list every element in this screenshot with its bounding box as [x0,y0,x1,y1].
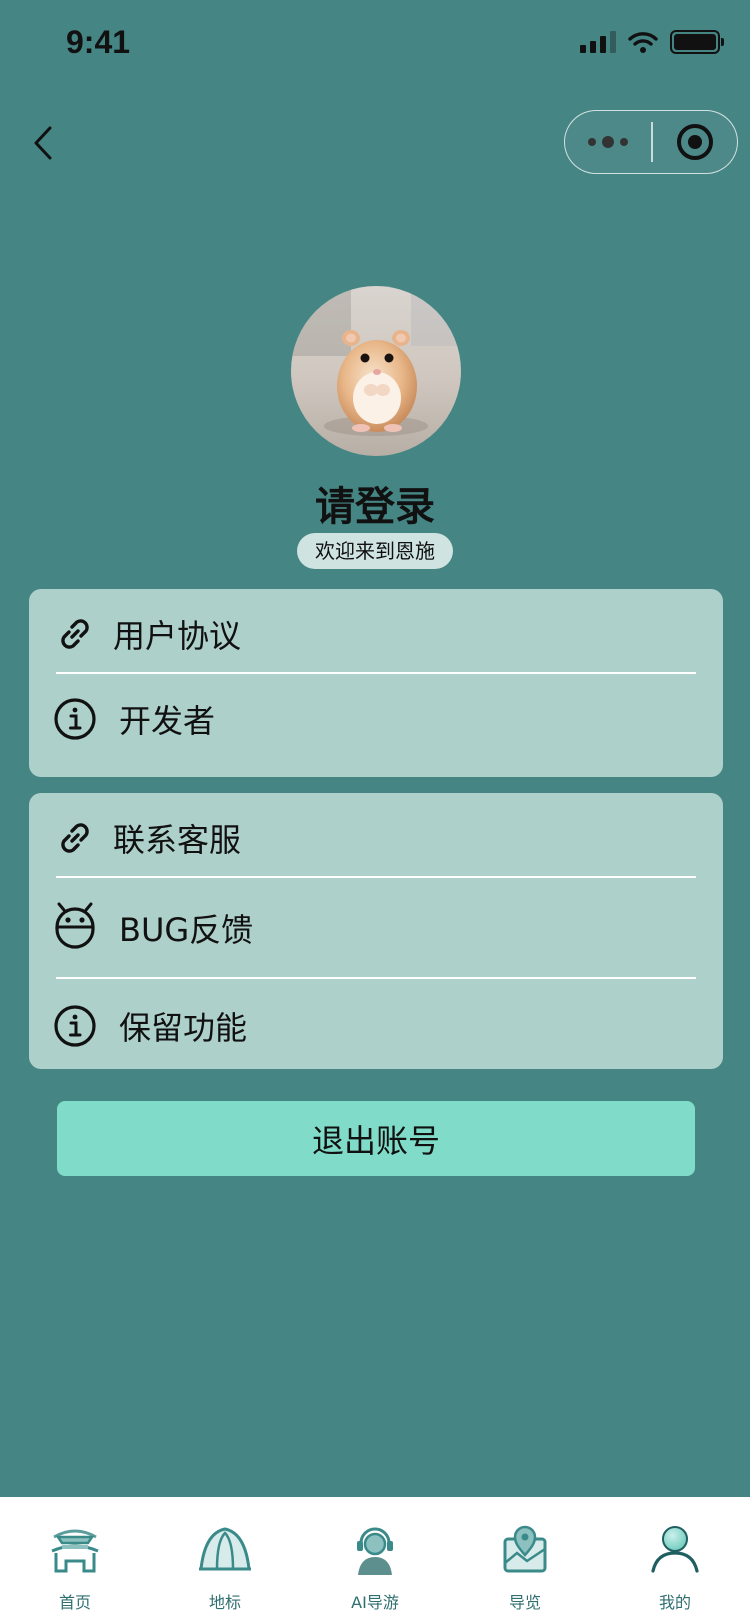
tab-guide-map[interactable]: 导览 [450,1497,600,1624]
menu-label: 联系客服 [113,821,242,859]
more-dots-icon [588,136,628,148]
menu-card-secondary: 联系客服 BUG反馈 保留功能 [29,793,723,1069]
menu-label: 保留功能 [119,1009,248,1047]
tab-label: 首页 [58,1593,91,1612]
menu-item-bug-feedback[interactable]: BUG反馈 [29,883,723,973]
login-title[interactable]: 请登录 [0,474,750,532]
info-icon [54,698,96,740]
hamster-avatar-image [291,286,461,456]
status-time: 9:41 [66,24,131,60]
chevron-left-icon [34,126,52,160]
welcome-badge: 欢迎来到恩施 [297,533,453,569]
tab-landmark[interactable]: 地标 [150,1497,300,1624]
tab-label: AI导游 [351,1593,399,1612]
menu-card-primary: 用户协议 开发者 [29,589,723,777]
signal-icon [580,31,616,53]
link-icon [61,619,89,649]
tab-ai-guide[interactable]: AI导游 [300,1497,450,1624]
tab-mine[interactable]: 我的 [600,1497,750,1624]
more-button[interactable] [565,111,651,173]
tab-bar: 首页 地标 AI导游 导览 我的 [0,1497,750,1624]
tab-label: 我的 [658,1593,691,1612]
avatar[interactable] [291,286,461,456]
tab-home[interactable]: 首页 [0,1497,150,1624]
map-pin-icon [503,1525,547,1573]
back-button[interactable] [28,118,68,168]
guide-headset-icon [357,1527,393,1575]
menu-item-developer[interactable]: 开发者 [29,674,723,764]
menu-item-reserved[interactable]: 保留功能 [29,981,723,1069]
menu-label: 用户协议 [113,617,242,655]
user-icon [651,1526,699,1573]
close-mini-program-button[interactable] [653,111,738,173]
menu-item-contact-support[interactable]: 联系客服 [29,793,723,883]
link-icon [61,823,89,853]
divider [56,876,696,878]
divider [56,977,696,979]
info-icon [54,1005,96,1047]
menu-label: BUG反馈 [119,911,254,949]
landmark-icon [199,1527,251,1571]
menu-item-user-agreement[interactable]: 用户协议 [29,589,723,679]
tab-label: 导览 [508,1593,541,1612]
wifi-icon [628,32,658,53]
logout-button[interactable]: 退出账号 [57,1101,695,1176]
status-icons [580,30,724,54]
battery-icon [670,30,724,54]
gate-icon [51,1529,99,1573]
tab-label: 地标 [208,1593,241,1612]
robot-icon [55,902,95,949]
target-icon [676,124,713,160]
mini-program-capsule [564,110,738,174]
menu-label: 开发者 [119,702,216,740]
